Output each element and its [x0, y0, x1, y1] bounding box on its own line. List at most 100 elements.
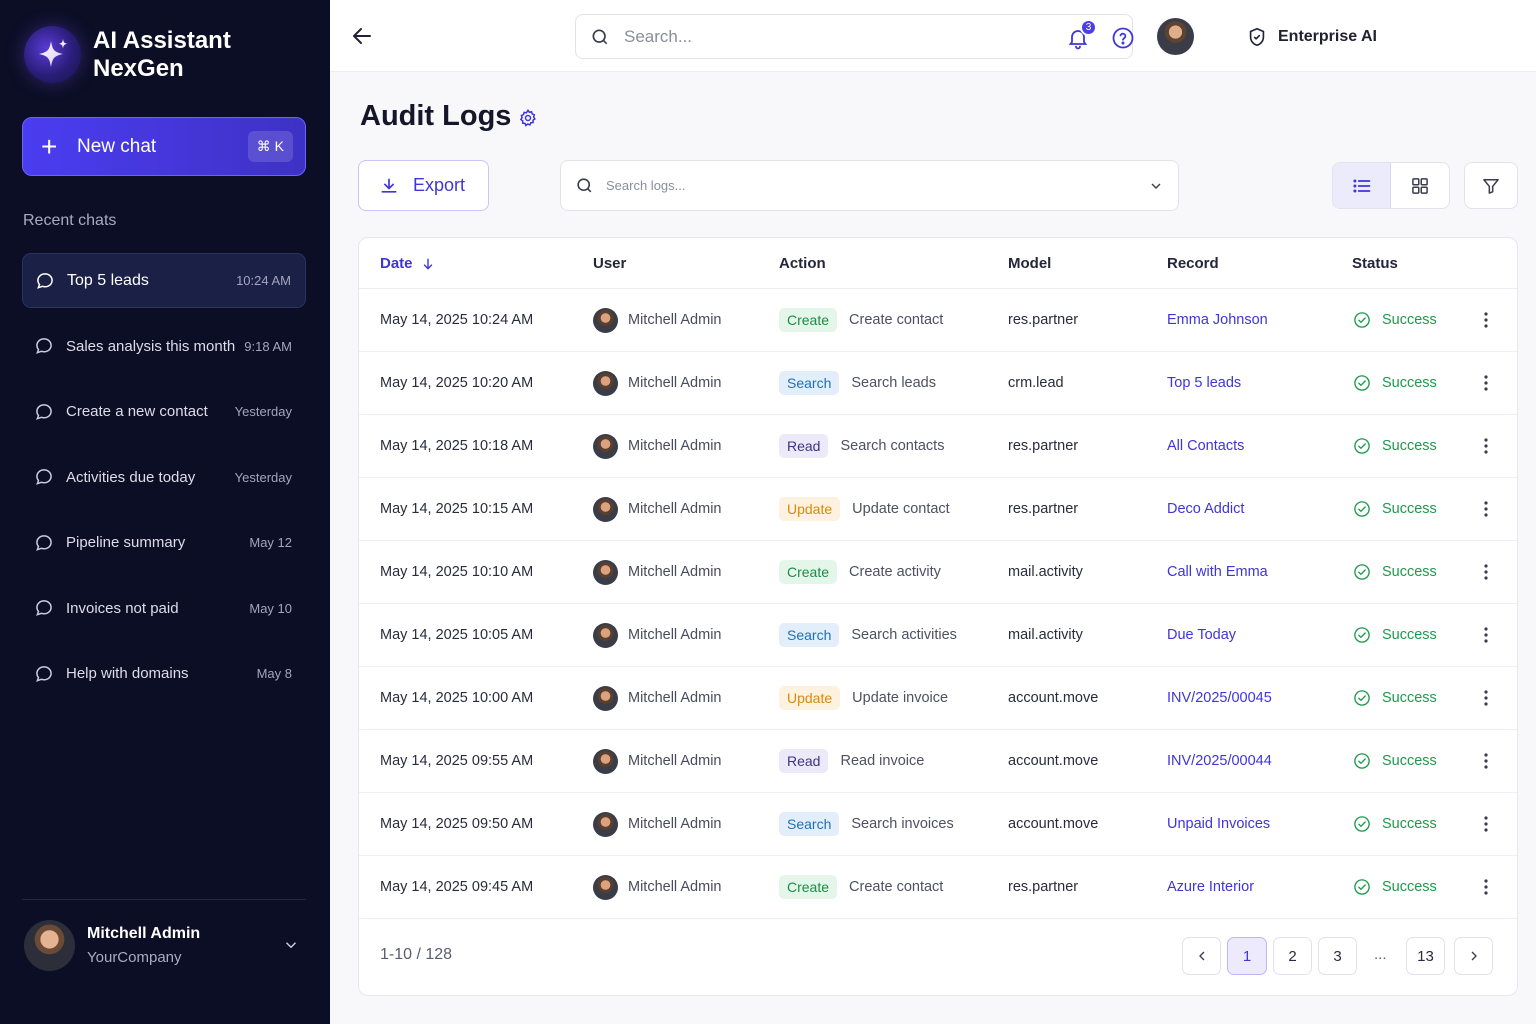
pagination-ellipsis: ... — [1374, 946, 1387, 963]
shield-check-icon — [1249, 27, 1265, 47]
kebab-icon[interactable] — [1476, 749, 1496, 773]
column-date[interactable]: Date — [380, 255, 435, 272]
table-row: May 14, 2025 10:10 AM Mitchell Admin Cre… — [359, 541, 1517, 604]
arrow-left-icon[interactable] — [350, 24, 374, 48]
status-label: Success — [1382, 564, 1437, 580]
action-type-badge: Update — [779, 497, 841, 521]
avatar[interactable] — [1157, 18, 1194, 55]
check-circle-icon — [1354, 375, 1370, 391]
kebab-icon[interactable] — [1476, 812, 1496, 836]
status-label: Success — [1382, 753, 1437, 769]
user-cell: Mitchell Admin — [593, 541, 721, 603]
kebab-icon[interactable] — [1476, 686, 1496, 710]
workspace-selector[interactable]: Enterprise AI — [1246, 26, 1377, 48]
chat-item-create-contact[interactable]: Create a new contact Yesterday — [22, 384, 306, 439]
table-row: May 14, 2025 10:05 AM Mitchell Admin Sea… — [359, 604, 1517, 667]
date-cell: May 14, 2025 09:50 AM — [380, 816, 534, 832]
filter-icon — [1483, 178, 1499, 194]
chat-time: 9:18 AM — [244, 338, 292, 354]
next-page-button[interactable] — [1454, 937, 1493, 975]
kebab-icon[interactable] — [1476, 434, 1496, 458]
export-button[interactable]: Export — [358, 160, 489, 211]
kebab-icon[interactable] — [1476, 308, 1496, 332]
search-input[interactable] — [624, 26, 1104, 47]
page-button-2[interactable]: 2 — [1273, 937, 1312, 975]
gear-icon[interactable] — [518, 108, 538, 128]
row-actions — [1476, 415, 1496, 477]
filter-button[interactable] — [1464, 162, 1518, 209]
avatar — [593, 748, 618, 774]
prev-page-button[interactable] — [1182, 937, 1221, 975]
model-cell: res.partner — [1008, 438, 1079, 454]
row-actions — [1476, 667, 1496, 729]
chat-item-invoices-not-paid[interactable]: Invoices not paid May 10 — [22, 581, 306, 636]
record-link[interactable]: Deco Addict — [1167, 478, 1244, 540]
kebab-icon[interactable] — [1476, 875, 1496, 899]
page-button-13[interactable]: 13 — [1406, 937, 1445, 975]
record-link[interactable]: Unpaid Invoices — [1167, 793, 1270, 855]
page-button-3[interactable]: 3 — [1318, 937, 1357, 975]
model-cell: res.partner — [1008, 879, 1079, 895]
action-cell: Create Create contact — [779, 856, 943, 918]
user-name: Mitchell Admin — [628, 879, 722, 895]
page-title: Audit Logs — [360, 100, 512, 132]
record-link[interactable]: INV/2025/00044 — [1167, 730, 1272, 792]
list-view-button[interactable] — [1333, 163, 1392, 208]
chat-item-help-domains[interactable]: Help with domains May 8 — [22, 646, 306, 701]
chat-item-top-5-leads[interactable]: Top 5 leads 10:24 AM — [22, 253, 306, 308]
chevron-down-icon[interactable] — [1148, 178, 1164, 194]
record-link[interactable]: Azure Interior — [1167, 856, 1254, 918]
avatar — [593, 496, 618, 522]
record-link[interactable]: All Contacts — [1167, 415, 1244, 477]
check-circle-icon — [1354, 879, 1370, 895]
kebab-icon[interactable] — [1476, 560, 1496, 584]
record-link[interactable]: INV/2025/00045 — [1167, 667, 1272, 729]
status-label: Success — [1382, 438, 1437, 454]
help-circle-icon[interactable] — [1111, 26, 1135, 50]
new-chat-button[interactable]: + New chat ⌘ K — [22, 117, 306, 176]
status-cell: Success — [1353, 289, 1437, 351]
model-cell: account.move — [1008, 816, 1099, 832]
chat-time: 10:24 AM — [236, 273, 291, 288]
brand-line-2: NexGen — [93, 54, 184, 82]
date-cell: May 14, 2025 10:24 AM — [380, 312, 534, 328]
record-link[interactable]: Emma Johnson — [1167, 289, 1268, 351]
date-cell: May 14, 2025 10:18 AM — [380, 438, 534, 454]
model-cell: account.move — [1008, 753, 1099, 769]
record-link[interactable]: Top 5 leads — [1167, 352, 1241, 414]
action-type-badge: Create — [779, 308, 838, 332]
date-cell: May 14, 2025 10:15 AM — [380, 501, 534, 517]
record-link[interactable]: Due Today — [1167, 604, 1236, 666]
user-menu[interactable]: Mitchell Admin YourCompany — [24, 919, 306, 971]
view-toggle — [1332, 162, 1450, 209]
chat-item-activities-due[interactable]: Activities due today Yesterday — [22, 450, 306, 505]
record-link[interactable]: Call with Emma — [1167, 541, 1268, 603]
column-status: Status — [1352, 255, 1398, 272]
column-record: Record — [1167, 255, 1219, 272]
date-cell: May 14, 2025 09:45 AM — [380, 879, 534, 895]
check-circle-icon — [1354, 627, 1370, 643]
model-cell: res.partner — [1008, 501, 1079, 517]
row-actions — [1476, 604, 1496, 666]
status-cell: Success — [1353, 478, 1437, 540]
user-name: Mitchell Admin — [628, 375, 722, 391]
chat-item-sales-analysis[interactable]: Sales analysis this month 9:18 AM — [22, 319, 306, 374]
chat-item-pipeline-summary[interactable]: Pipeline summary May 12 — [22, 515, 306, 570]
kebab-icon[interactable] — [1476, 371, 1496, 395]
table-row: May 14, 2025 09:55 AM Mitchell Admin Rea… — [359, 730, 1517, 793]
pagination: 1 2 3 ... 13 — [359, 937, 1517, 975]
grid-icon — [1412, 177, 1428, 194]
kebab-icon[interactable] — [1476, 497, 1496, 521]
date-cell: May 14, 2025 10:10 AM — [380, 564, 534, 580]
page-button-1[interactable]: 1 — [1227, 937, 1267, 975]
grid-view-button[interactable] — [1391, 163, 1449, 208]
column-action: Action — [779, 255, 826, 272]
user-cell: Mitchell Admin — [593, 352, 721, 414]
column-model: Model — [1008, 255, 1052, 272]
log-search-input[interactable] — [606, 178, 1148, 193]
status-label: Success — [1382, 627, 1437, 643]
status-label: Success — [1382, 375, 1437, 391]
kebab-icon[interactable] — [1476, 623, 1496, 647]
action-cell: Update Update contact — [779, 478, 950, 540]
model-cell: account.move — [1008, 690, 1099, 706]
